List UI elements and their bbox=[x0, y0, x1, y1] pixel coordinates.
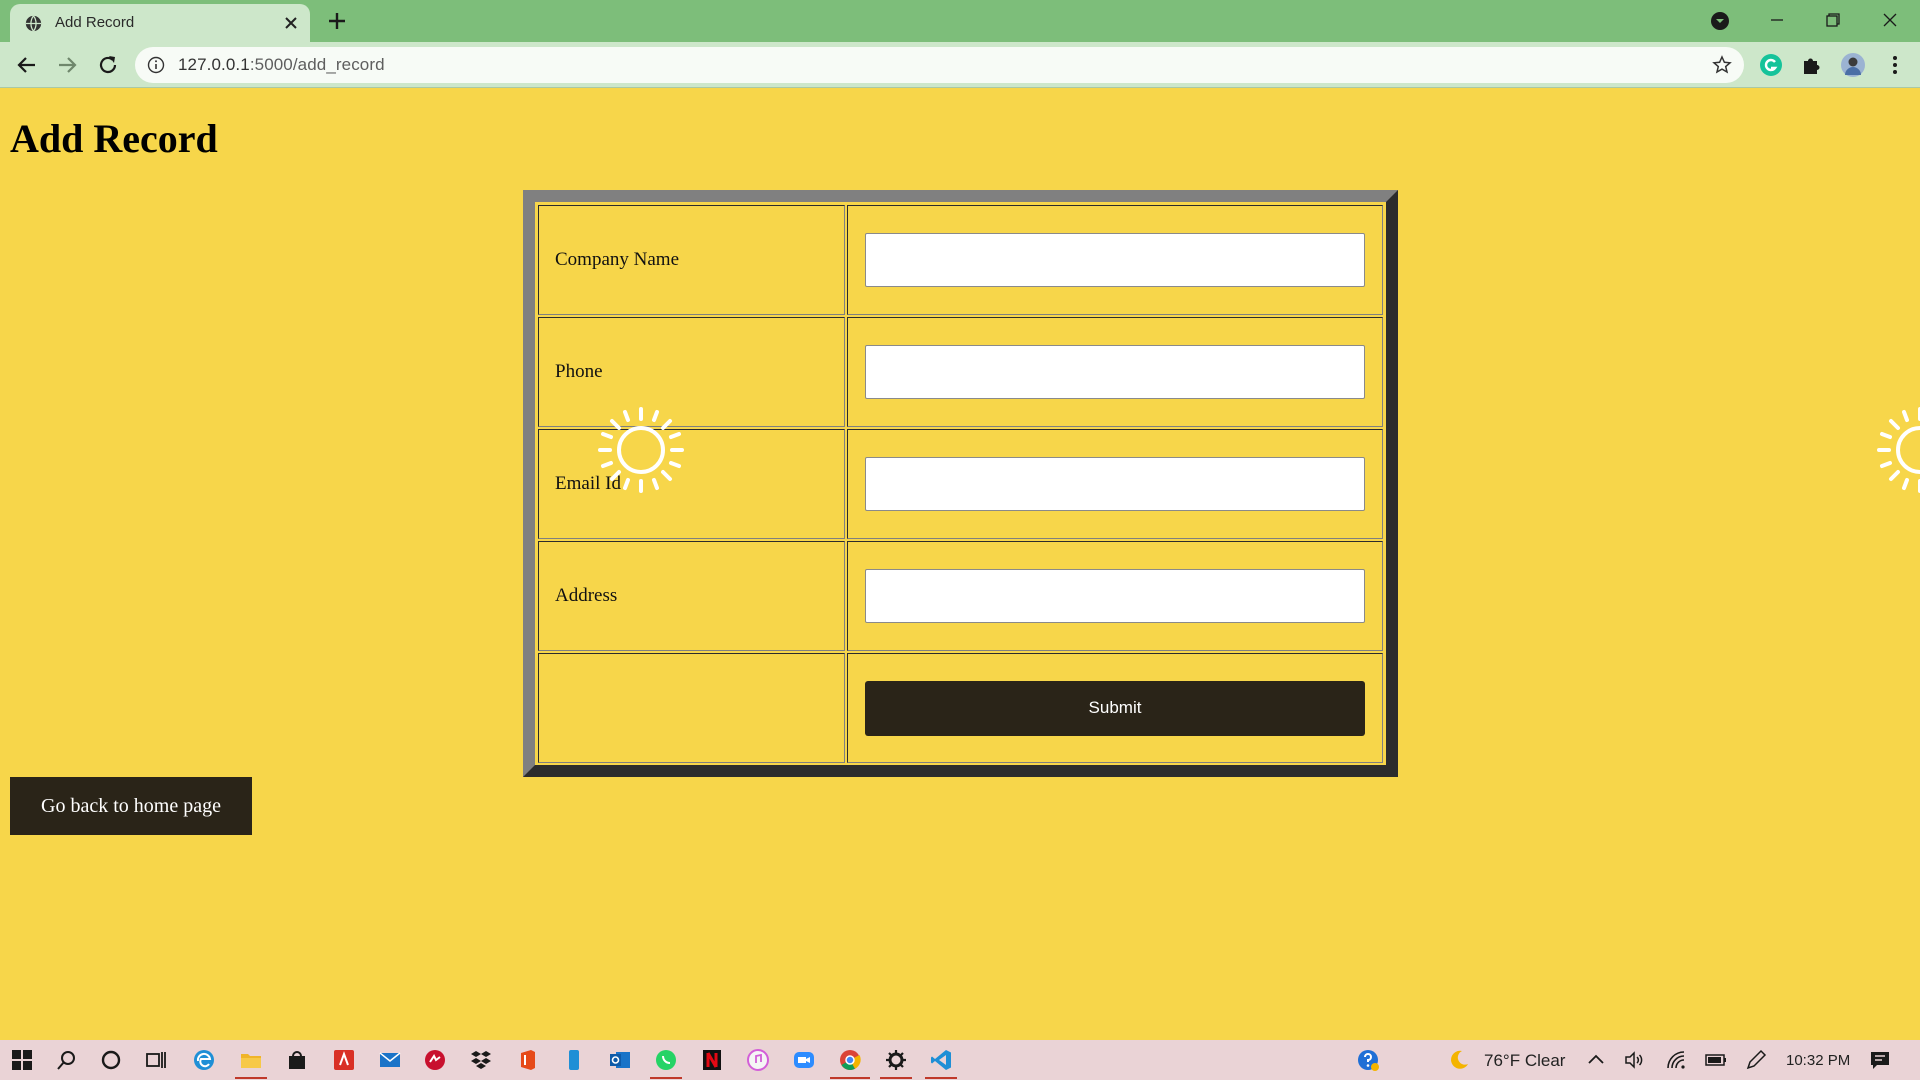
address-bar[interactable]: 127.0.0.1:5000/add_record bbox=[135, 47, 1744, 83]
minimize-icon[interactable] bbox=[1765, 8, 1789, 32]
itunes-icon[interactable] bbox=[746, 1048, 770, 1072]
company-name-label: Company Name bbox=[538, 205, 845, 315]
moon-weather-icon[interactable] bbox=[1447, 1048, 1471, 1072]
tab-search-icon[interactable] bbox=[1709, 10, 1731, 32]
running-indicator bbox=[925, 1077, 957, 1079]
file-explorer-icon[interactable] bbox=[239, 1048, 263, 1072]
globe-icon bbox=[25, 15, 42, 32]
browser-tab-active[interactable]: Add Record bbox=[10, 4, 310, 42]
mail-icon[interactable] bbox=[378, 1048, 402, 1072]
kebab-menu-icon[interactable] bbox=[1882, 52, 1908, 78]
phone-icon[interactable] bbox=[562, 1048, 586, 1072]
extensions-puzzle-icon[interactable] bbox=[1799, 52, 1825, 78]
notification-icon[interactable] bbox=[1868, 1048, 1892, 1072]
email-id-label: Email Id bbox=[538, 429, 845, 539]
netflix-icon[interactable] bbox=[700, 1048, 724, 1072]
reload-icon[interactable] bbox=[95, 52, 121, 78]
chevron-up-icon[interactable] bbox=[1584, 1048, 1608, 1072]
bookmark-star-icon[interactable] bbox=[1712, 55, 1732, 75]
new-tab-icon[interactable] bbox=[325, 9, 349, 33]
phone-cell bbox=[847, 317, 1383, 427]
taskbar: 76°F Clear 10:32 PM bbox=[0, 1040, 1920, 1080]
clock[interactable]: 10:32 PM bbox=[1786, 1052, 1850, 1069]
acrobat-icon[interactable] bbox=[332, 1048, 356, 1072]
app-icon[interactable] bbox=[423, 1048, 447, 1072]
outlook-icon[interactable] bbox=[608, 1048, 632, 1072]
email-id-cell bbox=[847, 429, 1383, 539]
sun-icon bbox=[598, 407, 684, 493]
dropbox-icon[interactable] bbox=[469, 1048, 493, 1072]
zoom-icon[interactable] bbox=[792, 1048, 816, 1072]
address-label: Address bbox=[538, 541, 845, 651]
office-icon[interactable] bbox=[516, 1048, 540, 1072]
store-icon[interactable] bbox=[285, 1048, 309, 1072]
browser-tab-strip: Add Record bbox=[0, 0, 1920, 42]
tab-title: Add Record bbox=[55, 14, 135, 31]
window-close-icon[interactable] bbox=[1878, 8, 1902, 32]
empty-cell bbox=[538, 653, 845, 763]
form-row-submit: Submit bbox=[537, 652, 1384, 764]
grammarly-icon[interactable] bbox=[1758, 52, 1784, 78]
running-indicator bbox=[650, 1077, 682, 1079]
edge-icon[interactable] bbox=[192, 1048, 216, 1072]
company-name-input[interactable] bbox=[865, 233, 1365, 287]
whatsapp-icon[interactable] bbox=[654, 1048, 678, 1072]
email-id-input[interactable] bbox=[865, 457, 1365, 511]
help-icon[interactable] bbox=[1356, 1048, 1380, 1072]
company-name-cell bbox=[847, 205, 1383, 315]
running-indicator bbox=[830, 1077, 870, 1079]
running-indicator bbox=[880, 1077, 912, 1079]
wifi-icon[interactable] bbox=[1664, 1048, 1688, 1072]
restore-icon[interactable] bbox=[1821, 8, 1845, 32]
browser-toolbar: 127.0.0.1:5000/add_record bbox=[0, 42, 1920, 88]
submit-cell: Submit bbox=[847, 653, 1383, 763]
submit-button[interactable]: Submit bbox=[865, 680, 1365, 736]
vscode-icon[interactable] bbox=[929, 1048, 953, 1072]
windows-start-icon[interactable] bbox=[10, 1048, 34, 1072]
back-arrow-icon[interactable] bbox=[14, 52, 40, 78]
sun-icon bbox=[1877, 407, 1920, 493]
phone-label: Phone bbox=[538, 317, 845, 427]
battery-icon[interactable] bbox=[1704, 1048, 1728, 1072]
url-text[interactable]: 127.0.0.1:5000/add_record bbox=[178, 55, 385, 75]
running-indicator bbox=[235, 1077, 267, 1079]
avatar[interactable] bbox=[1840, 52, 1866, 78]
chrome-icon[interactable] bbox=[838, 1048, 862, 1072]
volume-icon[interactable] bbox=[1622, 1048, 1646, 1072]
form-row-company-name: Company Name bbox=[537, 204, 1384, 316]
address-input[interactable] bbox=[865, 569, 1365, 623]
settings-gear-icon[interactable] bbox=[884, 1048, 908, 1072]
forward-arrow-icon[interactable] bbox=[54, 52, 80, 78]
weather-text[interactable]: 76°F Clear bbox=[1484, 1051, 1565, 1071]
url-path: :5000/add_record bbox=[249, 55, 385, 74]
form-row-address: Address bbox=[537, 540, 1384, 652]
cortana-icon[interactable] bbox=[99, 1048, 123, 1072]
search-icon[interactable] bbox=[55, 1048, 79, 1072]
page-title: Add Record bbox=[10, 116, 218, 161]
pen-icon[interactable] bbox=[1744, 1048, 1768, 1072]
home-page-button[interactable]: Go back to home page bbox=[10, 777, 252, 835]
task-view-icon[interactable] bbox=[144, 1048, 168, 1072]
url-host: 127.0.0.1 bbox=[178, 55, 250, 74]
close-icon[interactable] bbox=[281, 13, 301, 33]
address-cell bbox=[847, 541, 1383, 651]
info-icon[interactable] bbox=[147, 56, 165, 74]
phone-input[interactable] bbox=[865, 345, 1365, 399]
